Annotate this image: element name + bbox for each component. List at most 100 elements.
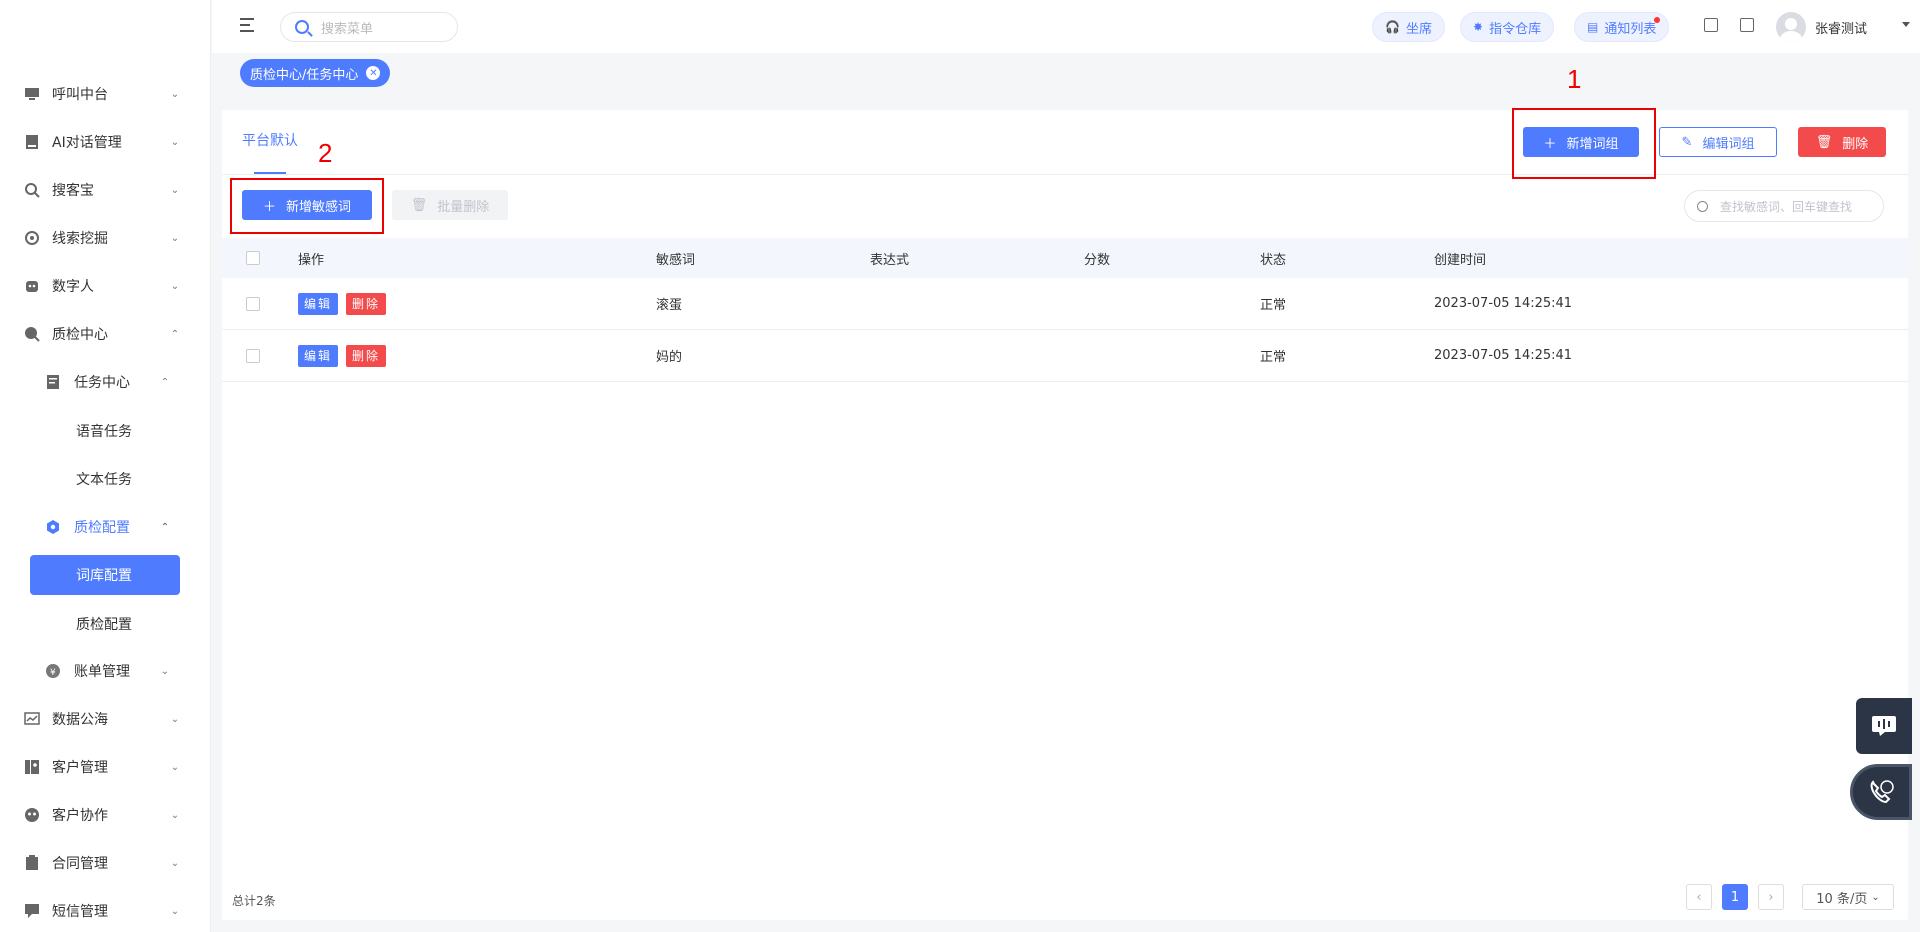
sidebar-item-sms[interactable]: 短信管理 ⌄ <box>0 887 211 932</box>
sidebar-item-billing[interactable]: ¥ 账单管理 ⌄ <box>0 647 211 695</box>
menu-search-input[interactable]: 搜索菜单 <box>280 12 458 42</box>
chevron-down-icon: ⌄ <box>170 280 180 292</box>
column-header: 表达式 <box>870 252 910 268</box>
sensitive-word-cell: 妈的 <box>656 350 683 365</box>
top-header: 搜索菜单 🎧 坐席 ✸ 指令仓库 ▤ 通知列表 张睿测试 <box>212 0 1920 53</box>
table-row: 编辑 删除 妈的 正常 2023-07-05 14:25:41 <box>222 330 1908 382</box>
main-card: 平台默认 ＋ 新增词组 ✎ 编辑词组 🗑 删除 1 ＋ 新增敏感词 🗑 批量删除… <box>222 64 1908 920</box>
sidebar-item-label: 账单管理 <box>74 664 130 680</box>
chevron-down-icon: ⌄ <box>170 761 180 773</box>
sidebar-item-collab[interactable]: 客户协作 ⌄ <box>0 791 211 839</box>
sidebar-item-call-center[interactable]: 呼叫中台 ⌄ <box>0 70 211 118</box>
edit-group-label: 编辑词组 <box>1702 136 1755 152</box>
close-icon[interactable]: ✕ <box>366 66 381 80</box>
target-icon <box>24 230 40 246</box>
status-cell: 正常 <box>1260 350 1287 365</box>
phone-icon <box>1870 780 1894 804</box>
column-header: 敏感词 <box>656 252 696 268</box>
voice-assistant-button[interactable] <box>1856 698 1912 754</box>
username[interactable]: 张睿测试 <box>1815 18 1867 37</box>
sidebar-item-label: 质检中心 <box>52 327 108 343</box>
robot-icon <box>24 278 40 294</box>
row-edit-button[interactable]: 编辑 <box>298 344 339 367</box>
sidebar-item-quality-center[interactable]: 质检中心 ⌃ <box>0 310 211 358</box>
table-row: 编辑 删除 滚蛋 正常 2023-07-05 14:25:41 <box>222 278 1908 330</box>
command-repo-button[interactable]: ✸ 指令仓库 <box>1460 12 1555 42</box>
phone-support-button[interactable] <box>1850 764 1912 820</box>
row-checkbox[interactable] <box>246 349 260 363</box>
pin-icon: ✸ <box>1473 20 1484 34</box>
sidebar-item-label: 文本任务 <box>76 472 132 488</box>
collab-icon <box>24 807 40 823</box>
sidebar-item-leads[interactable]: 线索挖掘 ⌄ <box>0 214 211 262</box>
chevron-down-icon: ⌄ <box>170 857 180 869</box>
sidebar-item-task-center[interactable]: 任务中心 ⌃ <box>0 358 211 406</box>
sidebar: 呼叫中台 ⌄ AI对话管理 ⌄ 搜客宝 ⌄ 线索挖掘 ⌄ 数字人 ⌄ 质检中心 … <box>0 0 211 932</box>
tab-tag-active[interactable]: 质检中心/任务中心 ✕ <box>240 59 391 87</box>
sidebar-item-label: 质检配置 <box>74 520 130 536</box>
sidebar-item-text-task[interactable]: 文本任务 <box>0 455 211 503</box>
chevron-down-icon: ⌄ <box>170 905 180 917</box>
hexagon-icon <box>45 519 61 535</box>
sidebar-item-contract[interactable]: 合同管理 ⌄ <box>0 839 211 887</box>
edit-icon: ✎ <box>1681 134 1693 150</box>
tag-bar: 质检中心/任务中心 ✕ <box>212 53 1920 93</box>
book-icon <box>24 134 40 150</box>
select-all-checkbox[interactable] <box>246 251 260 265</box>
notice-list-button[interactable]: ▤ 通知列表 <box>1574 12 1670 42</box>
annotation-number-1: 1 <box>1567 64 1582 94</box>
sidebar-item-label: 词库配置 <box>76 568 132 584</box>
sidebar-item-lexicon-config[interactable]: 词库配置 <box>30 555 180 595</box>
column-header: 分数 <box>1084 252 1111 268</box>
batch-delete-button[interactable]: 🗑 批量删除 <box>392 190 508 220</box>
trash-icon: 🗑 <box>410 197 428 213</box>
fullscreen-icon[interactable] <box>1740 18 1754 32</box>
seat-button[interactable]: 🎧 坐席 <box>1372 12 1445 42</box>
chevron-down-icon: ⌄ <box>170 88 180 100</box>
task-icon <box>45 374 61 390</box>
message-icon <box>24 903 40 919</box>
row-checkbox[interactable] <box>246 297 260 311</box>
sidebar-item-label: 任务中心 <box>74 375 130 391</box>
contacts-icon <box>24 759 40 775</box>
tab-platform-default[interactable]: 平台默认 <box>242 130 298 150</box>
avatar[interactable] <box>1776 12 1806 42</box>
search-icon <box>24 182 40 198</box>
page-number-current[interactable]: 1 <box>1722 884 1748 910</box>
sidebar-item-digital-human[interactable]: 数字人 ⌄ <box>0 262 211 310</box>
search-icon <box>1697 200 1708 212</box>
chart-icon <box>24 711 40 727</box>
sidebar-item-ai-dialog[interactable]: AI对话管理 ⌄ <box>0 118 211 166</box>
annotation-number-2: 2 <box>318 138 333 168</box>
edit-group-button[interactable]: ✎ 编辑词组 <box>1659 127 1777 157</box>
sensitive-word-search-input[interactable]: 查找敏感词、回车键查找 <box>1684 190 1884 222</box>
bill-icon: ¥ <box>45 663 61 679</box>
sidebar-item-label: 合同管理 <box>52 856 108 872</box>
prev-page-button[interactable]: ‹ <box>1686 884 1712 910</box>
column-header: 状态 <box>1260 252 1287 268</box>
sidebar-item-customer[interactable]: 客户管理 ⌄ <box>0 743 211 791</box>
sidebar-item-soukebao[interactable]: 搜客宝 ⌄ <box>0 166 211 214</box>
sensitive-word-cell: 滚蛋 <box>656 298 683 313</box>
row-delete-button[interactable]: 删除 <box>346 292 387 315</box>
row-delete-button[interactable]: 删除 <box>346 344 387 367</box>
sidebar-item-voice-task[interactable]: 语音任务 <box>0 407 211 455</box>
monitor-icon <box>24 86 40 102</box>
annotation-box-1 <box>1512 108 1656 179</box>
next-page-button[interactable]: › <box>1758 884 1784 910</box>
sidebar-item-quality-config[interactable]: 质检配置 ⌃ <box>0 503 211 551</box>
annotation-box-2 <box>230 178 384 234</box>
calendar-icon[interactable] <box>1704 18 1718 32</box>
sidebar-item-quality-config-sub[interactable]: 质检配置 <box>0 600 211 648</box>
notice-icon: ▤ <box>1587 20 1599 34</box>
sidebar-item-label: 客户管理 <box>52 760 108 776</box>
page-size-select[interactable]: 10 条/页 ⌄ <box>1802 884 1894 910</box>
row-edit-button[interactable]: 编辑 <box>298 292 339 315</box>
delete-button[interactable]: 🗑 删除 <box>1798 127 1886 157</box>
created-time-cell: 2023-07-05 14:25:41 <box>1434 348 1573 363</box>
svg-text:¥: ¥ <box>50 668 56 678</box>
caret-down-icon[interactable] <box>1902 22 1910 27</box>
seat-button-label: 坐席 <box>1405 21 1432 37</box>
sidebar-item-data-pool[interactable]: 数据公海 ⌄ <box>0 695 211 743</box>
menu-toggle-icon[interactable] <box>240 18 256 34</box>
